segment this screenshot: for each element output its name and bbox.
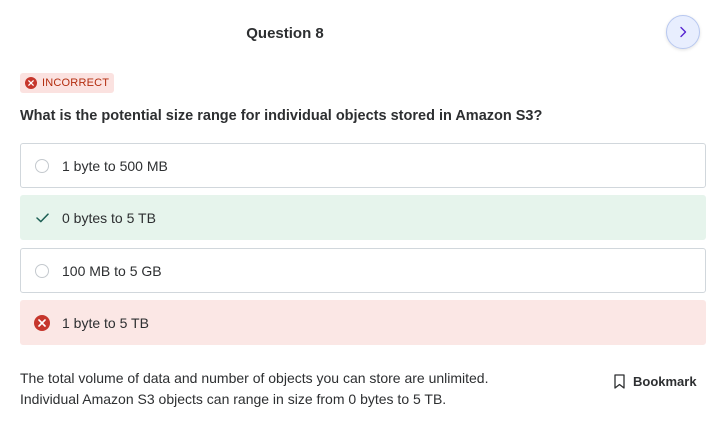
status-label: INCORRECT: [42, 77, 110, 89]
checkmark-icon: [35, 211, 49, 225]
radio-icon[interactable]: [35, 263, 49, 278]
explanation-text: The total volume of data and number of o…: [20, 368, 580, 410]
question-text: What is the potential size range for ind…: [20, 108, 543, 124]
answer-option-label: 1 byte to 500 MB: [62, 157, 168, 174]
next-question-button[interactable]: [666, 15, 700, 49]
radio-icon[interactable]: [35, 158, 49, 173]
answer-option-label: 0 bytes to 5 TB: [62, 209, 156, 226]
answer-option-4[interactable]: 1 byte to 5 TB: [20, 300, 706, 345]
bookmark-icon: [614, 374, 625, 389]
answer-option-label: 1 byte to 5 TB: [62, 314, 149, 331]
answer-option-3[interactable]: 100 MB to 5 GB: [20, 248, 706, 293]
bookmark-label: Bookmark: [633, 374, 697, 389]
answer-option-label: 100 MB to 5 GB: [62, 262, 162, 279]
x-circle-icon: [34, 314, 50, 331]
answer-option-2[interactable]: 0 bytes to 5 TB: [20, 195, 706, 240]
answer-option-1[interactable]: 1 byte to 500 MB: [20, 143, 706, 188]
quiz-review-page: Question 8 INCORRECT What is the potenti…: [0, 0, 720, 422]
bookmark-button[interactable]: Bookmark: [614, 374, 697, 389]
status-badge: INCORRECT: [20, 73, 115, 93]
x-circle-icon: [25, 77, 37, 89]
explanation-line: The total volume of data and number of o…: [20, 370, 489, 386]
chevron-right-icon: [680, 26, 687, 38]
explanation-line: Individual Amazon S3 objects can range i…: [20, 391, 447, 407]
question-title: Question 8: [246, 25, 324, 42]
